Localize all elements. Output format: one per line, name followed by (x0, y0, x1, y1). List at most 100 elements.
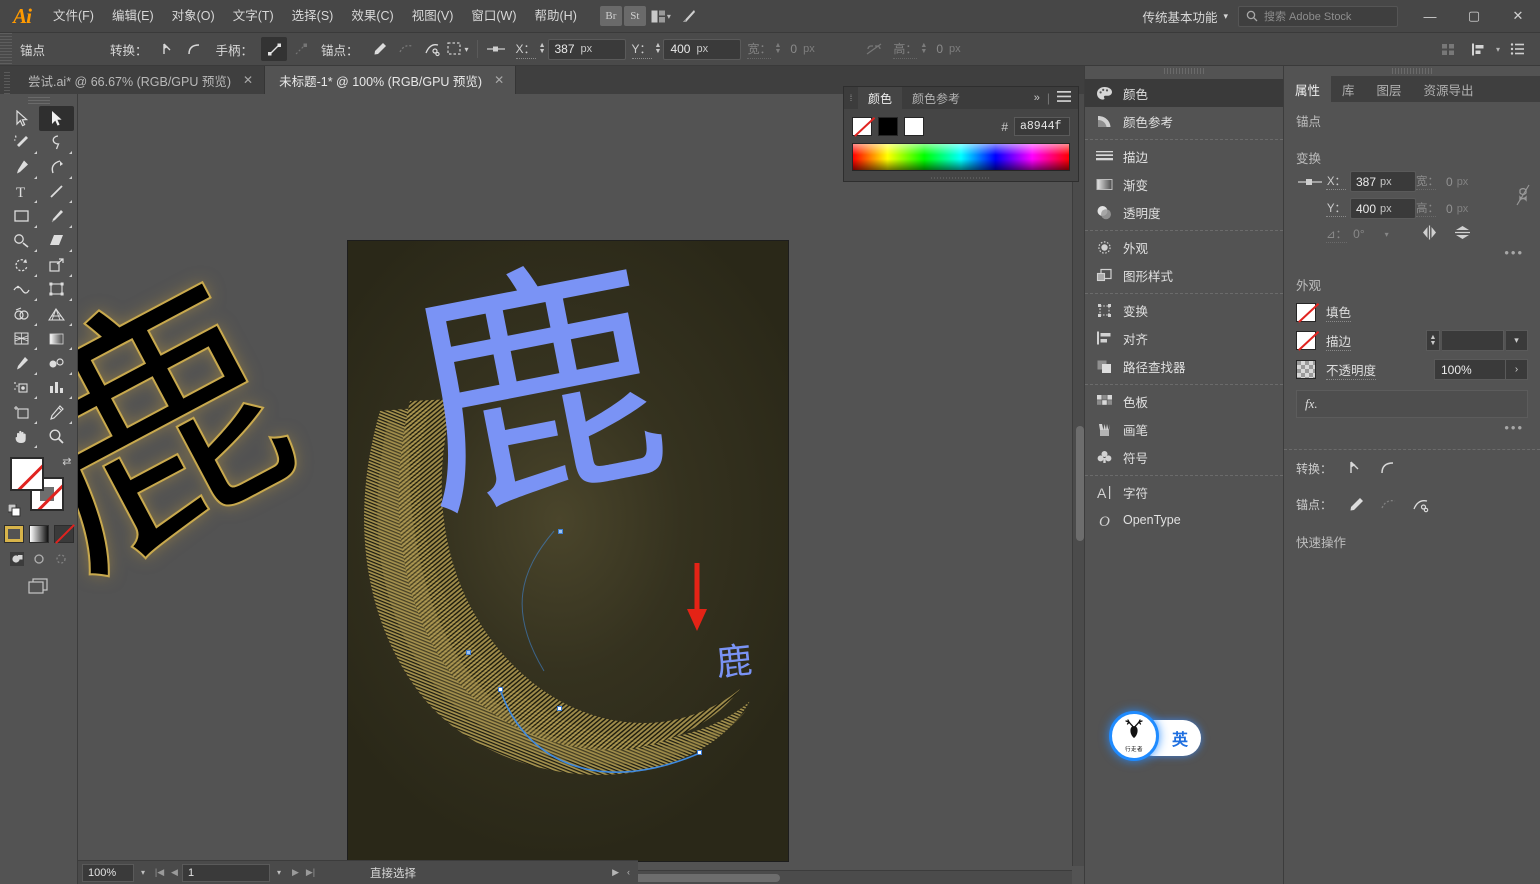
left-artwork-glyph[interactable]: 鹿 (78, 231, 338, 630)
anchor-point[interactable] (466, 650, 471, 655)
change-screen-mode-icon[interactable] (0, 577, 77, 595)
convert-to-corner-icon[interactable] (156, 37, 182, 61)
draw-normal-icon[interactable] (9, 552, 24, 566)
fill-swatch-none[interactable] (1296, 302, 1316, 322)
props-x-input[interactable]: 387 px (1350, 171, 1416, 192)
menu-help[interactable]: 帮助(H) (526, 0, 586, 33)
workspace-switcher[interactable]: 传统基本功能 ▾ (1132, 7, 1238, 26)
convert-to-smooth-icon[interactable] (1374, 456, 1402, 480)
dock-item-brushes[interactable]: 画笔 (1085, 415, 1283, 443)
remove-anchor-icon[interactable] (1342, 492, 1370, 516)
dock-item-character[interactable]: A 字符 (1085, 478, 1283, 506)
dock-item-align[interactable]: 对齐 (1085, 324, 1283, 352)
status-back-icon[interactable]: ‹ (627, 867, 630, 878)
appearance-more-options[interactable]: ••• (1284, 418, 1540, 441)
y-stepper[interactable]: ▲ ▼ (655, 42, 662, 55)
color-spectrum-ramp[interactable] (852, 143, 1070, 171)
convert-to-corner-icon[interactable] (1342, 456, 1370, 480)
menu-window[interactable]: 窗口(W) (462, 0, 525, 33)
column-graph-tool[interactable] (39, 376, 74, 401)
draw-behind-icon[interactable] (32, 552, 46, 566)
none-swatch[interactable] (852, 117, 872, 136)
eraser-tool[interactable] (39, 229, 74, 254)
hand-tool[interactable] (4, 425, 39, 450)
dock-item-graphic-styles[interactable]: 图形样式 (1085, 261, 1283, 289)
tab-libraries[interactable]: 库 (1331, 76, 1366, 102)
slice-tool[interactable] (39, 400, 74, 425)
stroke-width-input[interactable] (1442, 330, 1504, 351)
collapse-panel-icon[interactable]: » (1034, 92, 1040, 104)
window-minimize-button[interactable]: — (1408, 0, 1452, 33)
dock-item-transform[interactable]: 变换 (1085, 296, 1283, 324)
color-panel-tab[interactable]: 颜色 (858, 87, 903, 109)
close-icon[interactable]: ✕ (494, 73, 504, 87)
document-canvas[interactable]: 鹿 鹿 鹿 (78, 94, 1086, 884)
type-tool[interactable]: T (4, 180, 39, 205)
arrange-documents-icon[interactable]: ▾ (648, 6, 674, 26)
window-close-button[interactable]: ✕ (1496, 0, 1540, 33)
stroke-swatch-none[interactable] (1296, 331, 1316, 350)
artboard-tool[interactable] (4, 400, 39, 425)
convert-to-smooth-icon[interactable] (182, 37, 208, 61)
white-swatch[interactable] (904, 117, 924, 136)
rectangle-tool[interactable] (4, 204, 39, 229)
swap-fill-stroke-icon[interactable]: ⇄ (62, 455, 71, 468)
panel-menu-icon[interactable] (1057, 91, 1071, 105)
cut-path-icon[interactable] (1406, 492, 1434, 516)
line-segment-tool[interactable] (39, 180, 74, 205)
lock-proportions-off-icon[interactable] (861, 37, 887, 61)
stroke-width-stepper[interactable]: ▲ ▼ (1426, 330, 1440, 351)
x-stepper[interactable]: ▲ ▼ (539, 42, 546, 55)
opacity-input[interactable]: 100% (1434, 359, 1506, 380)
eyedropper-tool[interactable] (4, 351, 39, 376)
fill-swatch-none[interactable] (9, 457, 44, 491)
show-handles-icon[interactable] (261, 37, 288, 61)
dock-item-transparency[interactable]: 透明度 (1085, 198, 1283, 226)
props-y-input[interactable]: 400 px (1350, 198, 1416, 219)
perspective-grid-tool[interactable] (39, 302, 74, 327)
menu-type[interactable]: 文字(T) (224, 0, 283, 33)
width-tool[interactable] (4, 278, 39, 303)
align-to-pixel-icon[interactable] (484, 37, 510, 61)
menu-view[interactable]: 视图(V) (403, 0, 463, 33)
paintbrush-tool[interactable] (39, 204, 74, 229)
link-proportions-off-icon[interactable] (1506, 182, 1540, 208)
artboard-number-input[interactable]: 1 (182, 863, 270, 882)
zoom-tool[interactable] (39, 425, 74, 450)
anchor-point[interactable] (558, 529, 563, 534)
lasso-tool[interactable] (39, 131, 74, 156)
cut-path-icon[interactable] (419, 37, 445, 61)
zoom-level-chevron-down-icon[interactable]: ▾ (134, 868, 152, 877)
y-input[interactable]: 400 px (663, 38, 742, 60)
tab-asset-export[interactable]: 资源导出 (1413, 76, 1485, 102)
rotate-tool[interactable] (4, 253, 39, 278)
chevron-down-icon[interactable]: ▾ (1496, 45, 1500, 54)
default-fill-stroke-icon[interactable] (7, 503, 21, 517)
color-mode-button[interactable] (3, 525, 24, 543)
color-panel-resize-grip[interactable] (844, 174, 1078, 181)
previous-artboard-icon[interactable]: ◀ (167, 867, 182, 878)
menu-select[interactable]: 选择(S) (283, 0, 343, 33)
anchor-point[interactable] (498, 687, 503, 692)
reference-point-icon[interactable] (1294, 175, 1326, 189)
bridge-icon[interactable]: Br (599, 6, 622, 26)
next-artboard-icon[interactable]: ▶ (288, 867, 303, 878)
stock-icon[interactable]: St (623, 6, 646, 26)
pen-tool[interactable] (4, 155, 39, 180)
shaper-tool[interactable] (4, 229, 39, 254)
panel-menu-icon[interactable] (1504, 37, 1530, 61)
document-tab-1[interactable]: 尝试.ai* @ 66.67% (RGB/GPU 预览) ✕ (14, 66, 266, 94)
selection-tool[interactable] (38, 106, 74, 131)
last-artboard-icon[interactable]: ▶| (303, 867, 318, 878)
scale-tool[interactable] (39, 253, 74, 278)
scrollbar-thumb[interactable] (1076, 426, 1084, 541)
flip-vertical-icon[interactable] (1454, 225, 1471, 243)
document-tab-2[interactable]: 未标题-1* @ 100% (RGB/GPU 预览) ✕ (265, 66, 517, 94)
tools-panel-grip[interactable] (0, 94, 77, 106)
anchor-point[interactable] (697, 750, 702, 755)
blend-tool[interactable] (39, 351, 74, 376)
connect-anchor-icon[interactable] (393, 37, 419, 61)
properties-panel-grip[interactable] (1284, 66, 1540, 76)
curvature-tool[interactable] (39, 155, 74, 180)
magic-wand-tool[interactable] (4, 131, 39, 156)
